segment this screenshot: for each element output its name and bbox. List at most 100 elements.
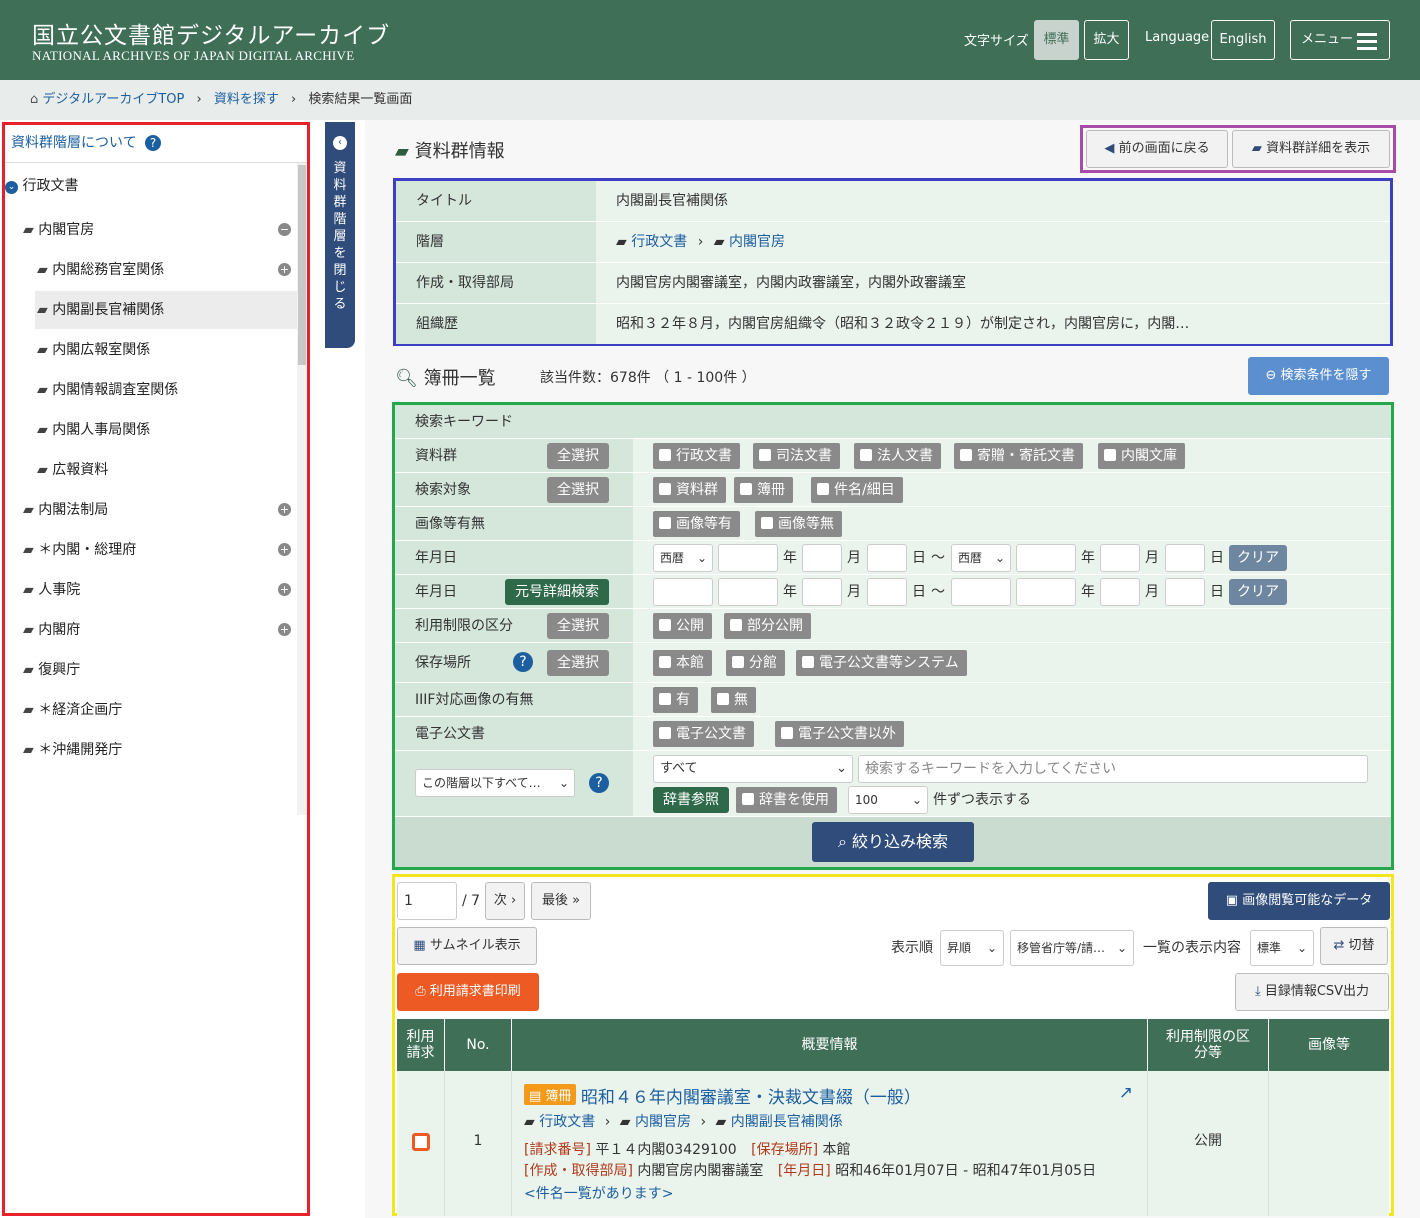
- year-input-from[interactable]: [718, 544, 778, 572]
- month-input-from[interactable]: [802, 578, 842, 606]
- edoc-checkbox[interactable]: 電子公文書: [653, 721, 754, 747]
- filter-search-button[interactable]: ⌕ 絞り込み検索: [812, 822, 974, 862]
- breadcrumb-home[interactable]: デジタルアーカイブTOP: [42, 92, 184, 107]
- tree-item[interactable]: ▰ 内閣情報調査室関係: [35, 371, 297, 409]
- day-input-to[interactable]: [1165, 544, 1205, 572]
- tree-item[interactable]: ▰ 広報資料: [35, 451, 297, 489]
- expand-plus-icon[interactable]: +: [278, 503, 291, 516]
- target-checkbox[interactable]: 資料群: [653, 477, 726, 503]
- external-link-icon[interactable]: ↗: [1119, 1083, 1133, 1103]
- image-checkbox[interactable]: 画像等無: [755, 511, 842, 537]
- gengo-input-to[interactable]: [951, 578, 1011, 606]
- expand-plus-icon[interactable]: +: [278, 543, 291, 556]
- about-hierarchy-link[interactable]: 資料群階層について ?: [5, 125, 307, 163]
- record-path-1[interactable]: 行政文書: [539, 1114, 595, 1130]
- order-select[interactable]: 昇順 ⌄: [940, 930, 1004, 966]
- tree-item[interactable]: ▰ 内閣官房 −: [21, 211, 297, 249]
- scope-select[interactable]: この階層以下すべて… ⌄: [415, 769, 575, 797]
- next-page-button[interactable]: 次 ›: [485, 882, 525, 920]
- place-checkbox[interactable]: 電子公文書等システム: [796, 650, 967, 676]
- day-input-to[interactable]: [1165, 578, 1205, 606]
- per-page-select[interactable]: 100 ⌄: [848, 786, 928, 814]
- tree-root[interactable]: ⌄ 行政文書: [5, 167, 78, 205]
- tree-item[interactable]: ▰ 内閣法制局 +: [21, 491, 297, 529]
- clear-button[interactable]: クリア: [1229, 545, 1287, 571]
- tree-item[interactable]: ▰ 内閣総務官室関係 +: [35, 251, 297, 289]
- collapse-minus-icon[interactable]: −: [278, 223, 291, 236]
- site-logo[interactable]: 国立公文書館デジタルアーカイブ: [32, 16, 390, 50]
- month-input-to[interactable]: [1100, 544, 1140, 572]
- field-select[interactable]: すべて ⌄: [653, 755, 853, 783]
- year-input-from[interactable]: [718, 578, 778, 606]
- era-select-to[interactable]: 西暦 ⌄: [951, 544, 1011, 572]
- scrollbar-thumb[interactable]: [298, 165, 306, 365]
- group-checkbox[interactable]: 内閣文庫: [1098, 443, 1185, 469]
- edoc-checkbox[interactable]: 電子公文書以外: [775, 721, 904, 747]
- record-path-2[interactable]: 内閣官房: [635, 1114, 691, 1130]
- dictionary-reference-button[interactable]: 辞書参照: [653, 787, 729, 813]
- site-logo-en[interactable]: NATIONAL ARCHIVES OF JAPAN DIGITAL ARCHI…: [32, 48, 355, 64]
- keyword-input[interactable]: 検索するキーワードを入力してください: [858, 755, 1368, 783]
- switch-button[interactable]: ⇄ 切替: [1320, 927, 1388, 965]
- last-page-button[interactable]: 最後 »: [531, 882, 591, 920]
- day-input-from[interactable]: [867, 544, 907, 572]
- thumbnail-button[interactable]: ▦ サムネイル表示: [397, 927, 537, 965]
- place-checkbox[interactable]: 分館: [726, 650, 785, 676]
- hierarchy-link-2[interactable]: 内閣官房: [729, 234, 785, 250]
- select-all-button[interactable]: 全選択: [547, 443, 609, 469]
- expand-plus-icon[interactable]: +: [278, 263, 291, 276]
- request-checkbox[interactable]: [412, 1133, 430, 1151]
- iiif-checkbox[interactable]: 有: [653, 687, 698, 713]
- tree-item[interactable]: ▰ ＊内閣・総理府 +: [21, 531, 297, 569]
- english-button[interactable]: English: [1211, 20, 1275, 60]
- place-checkbox[interactable]: 本館: [653, 650, 712, 676]
- expand-plus-icon[interactable]: +: [278, 623, 291, 636]
- group-detail-button[interactable]: ▰ 資料群詳細を表示: [1232, 130, 1390, 168]
- select-all-button[interactable]: 全選択: [547, 613, 609, 639]
- use-dictionary-checkbox[interactable]: 辞書を使用: [736, 787, 837, 813]
- breadcrumb-search[interactable]: 資料を探す: [214, 92, 279, 107]
- subitems-link[interactable]: <件名一覧があります>: [524, 1183, 673, 1203]
- month-input-to[interactable]: [1100, 578, 1140, 606]
- sort-select[interactable]: 移管省庁等/請… ⌄: [1010, 930, 1134, 966]
- tree-item[interactable]: ▰ 内閣府 +: [21, 611, 297, 649]
- tree-item[interactable]: ▰ 復興庁: [21, 651, 297, 689]
- target-checkbox[interactable]: 件名/細目: [811, 477, 903, 503]
- hierarchy-link-1[interactable]: 行政文書: [631, 234, 687, 250]
- image-data-button[interactable]: ▣ 画像閲覧可能なデータ: [1208, 882, 1390, 920]
- tree-item[interactable]: ▰ 内閣副長官補関係: [35, 291, 297, 329]
- help-icon[interactable]: ?: [589, 773, 609, 793]
- gengo-detail-button[interactable]: 元号詳細検索: [505, 579, 609, 605]
- close-hierarchy-tab[interactable]: ‹ 資料群階層を閉じる: [325, 122, 355, 348]
- print-request-button[interactable]: ⎙ 利用請求書印刷: [397, 973, 539, 1011]
- group-checkbox[interactable]: 寄贈・寄託文書: [954, 443, 1083, 469]
- tree-item[interactable]: ▰ 人事院 +: [21, 571, 297, 609]
- group-checkbox[interactable]: 法人文書: [854, 443, 941, 469]
- csv-export-button[interactable]: ⤓ 目録情報CSV出力: [1235, 973, 1389, 1011]
- target-checkbox[interactable]: 簿冊: [734, 477, 793, 503]
- restrict-checkbox[interactable]: 公開: [653, 613, 712, 639]
- record-path-3[interactable]: 内閣副長官補関係: [731, 1114, 843, 1130]
- day-input-from[interactable]: [867, 578, 907, 606]
- group-checkbox[interactable]: 司法文書: [753, 443, 840, 469]
- group-checkbox[interactable]: 行政文書: [653, 443, 740, 469]
- select-all-button[interactable]: 全選択: [547, 650, 609, 676]
- back-button[interactable]: ◀ 前の画面に戻る: [1086, 130, 1228, 168]
- help-icon[interactable]: ?: [513, 652, 533, 672]
- tree-item[interactable]: ▰ ＊経済企画庁: [21, 691, 297, 729]
- expand-plus-icon[interactable]: +: [278, 583, 291, 596]
- year-input-to[interactable]: [1016, 544, 1076, 572]
- font-large-button[interactable]: 拡大: [1084, 20, 1129, 60]
- tree-item[interactable]: ▰ 内閣広報室関係: [35, 331, 297, 369]
- record-title-link[interactable]: 昭和４６年内閣審議室・決裁文書綴（一般）: [581, 1088, 921, 1108]
- sidebar-scrollbar[interactable]: [297, 163, 307, 815]
- select-all-button[interactable]: 全選択: [547, 477, 609, 503]
- month-input-from[interactable]: [802, 544, 842, 572]
- page-input[interactable]: 1: [397, 882, 457, 920]
- menu-button[interactable]: メニュー: [1290, 20, 1390, 60]
- gengo-input-from[interactable]: [653, 578, 713, 606]
- clear-button[interactable]: クリア: [1229, 579, 1287, 605]
- hide-conditions-button[interactable]: ⊖ 検索条件を隠す: [1248, 357, 1389, 395]
- display-select[interactable]: 標準 ⌄: [1250, 930, 1314, 966]
- iiif-checkbox[interactable]: 無: [711, 687, 756, 713]
